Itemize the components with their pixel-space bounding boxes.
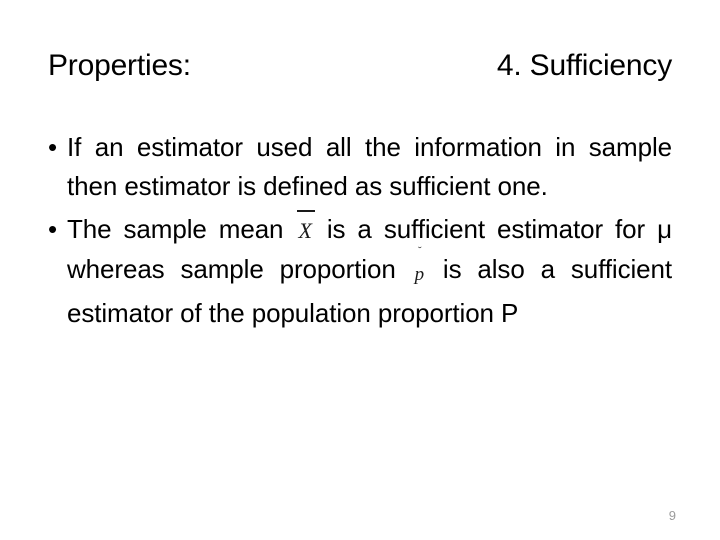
page-number: 9 — [668, 508, 676, 523]
bullet-1-sentence: If an estimator used all the information… — [67, 132, 672, 201]
hat-accent: ˘ — [417, 245, 422, 257]
slide-body: • If an estimator used all the informati… — [48, 128, 672, 333]
list-item-text: If an estimator used all the information… — [67, 132, 672, 201]
overbar-accent — [297, 210, 315, 212]
slide-title-row: Properties: 4. Sufficiency — [48, 48, 672, 84]
slide: Properties: 4. Sufficiency • If an estim… — [0, 0, 720, 540]
section-title: 4. Sufficiency — [496, 49, 672, 82]
bullet-icon: • — [48, 214, 58, 244]
x-bar-symbol: X — [295, 210, 315, 250]
list-item-text: The sample mean X is a sufficient estima… — [67, 210, 672, 328]
p-hat-base: p — [414, 264, 425, 285]
bullet-2-fragment-a: The sample mean — [67, 214, 296, 244]
list-item: • If an estimator used all the informati… — [48, 128, 672, 206]
x-bar-base: X — [298, 218, 312, 243]
bullet-icon: • — [48, 132, 58, 162]
page-title: Properties: — [48, 49, 191, 82]
list-item: • The sample mean X is a sufficient esti… — [48, 210, 672, 333]
p-hat-symbol: ˘ p — [412, 246, 427, 294]
